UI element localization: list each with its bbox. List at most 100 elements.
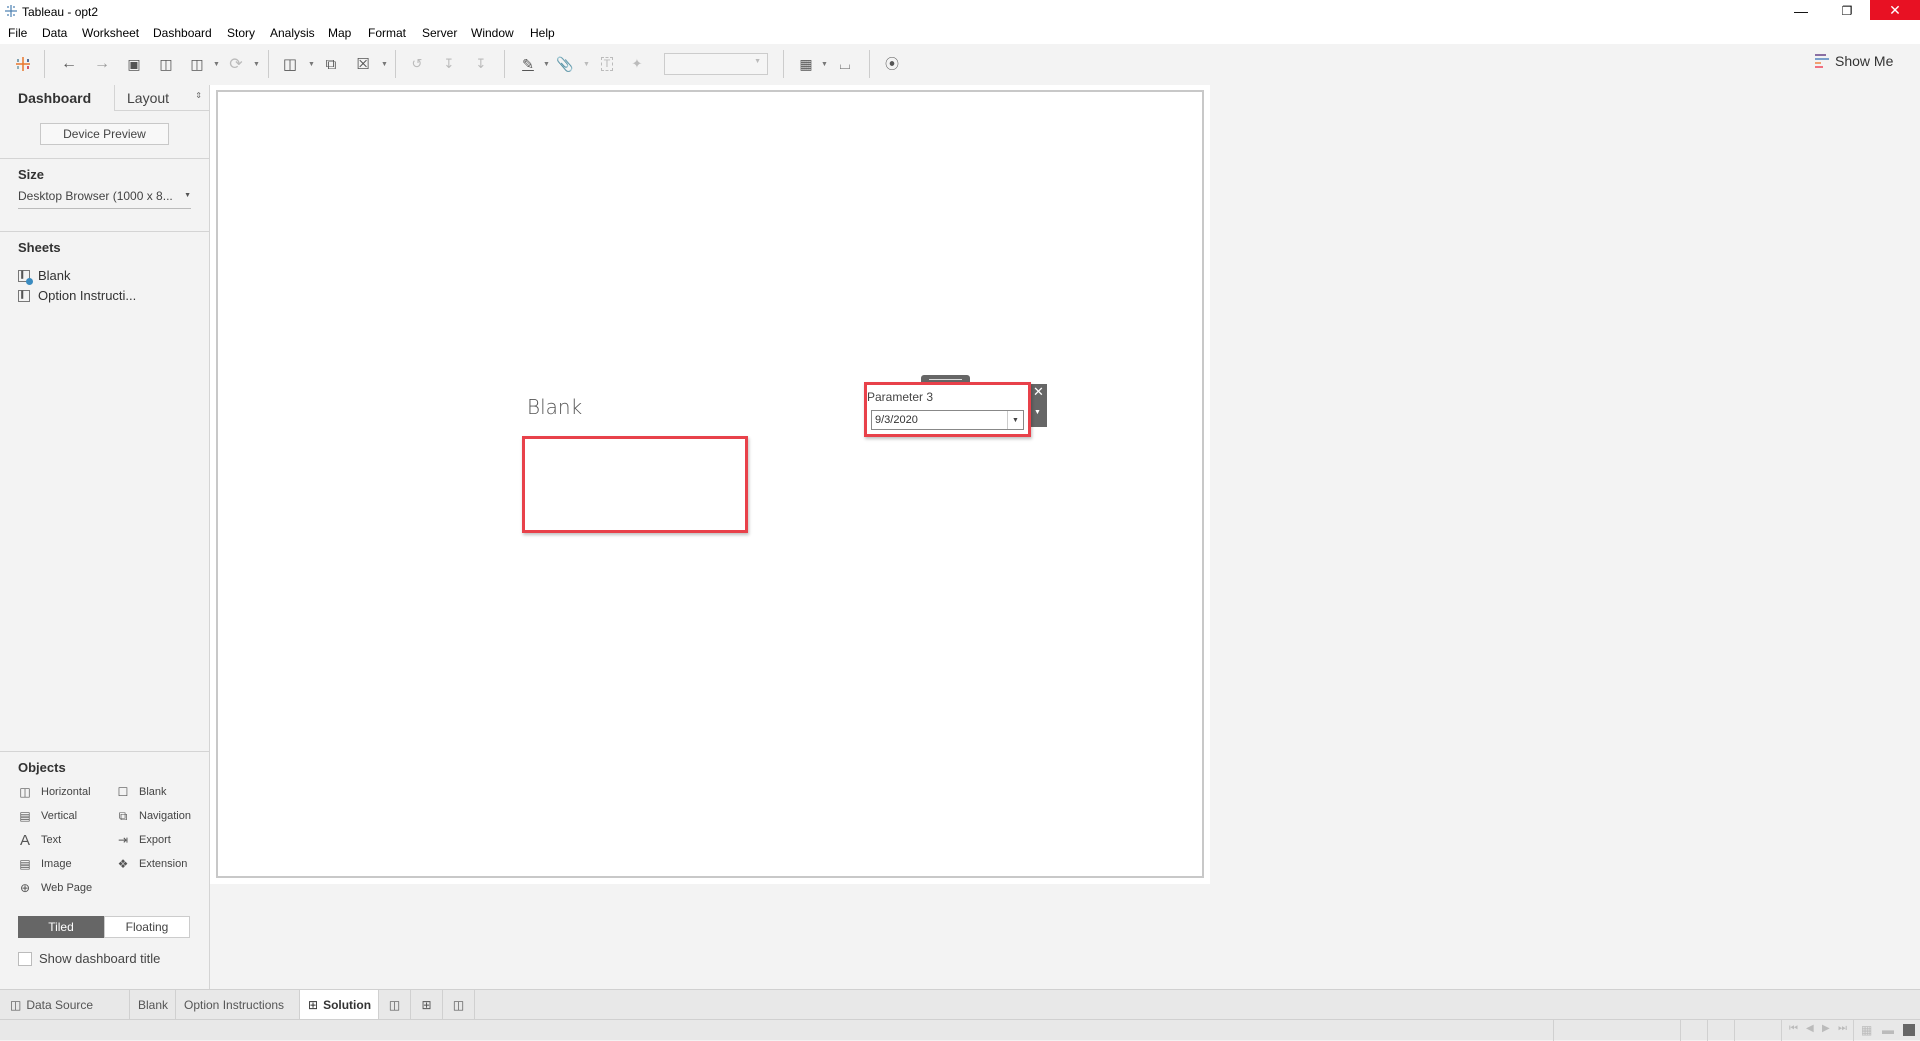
parameter-control: Parameter 3 9/3/2020 ▼ bbox=[864, 382, 1031, 437]
object-navigation[interactable]: ⧉ Navigation bbox=[116, 809, 191, 823]
object-vertical[interactable]: ▤ Vertical bbox=[18, 809, 77, 823]
more-options-icon[interactable]: ▼ bbox=[1034, 409, 1041, 416]
clear-sheet-button[interactable]: ☒ bbox=[351, 52, 375, 76]
next-sheet-icon[interactable]: ▶ bbox=[1822, 1023, 1830, 1034]
sort-ascending-icon: ↧ bbox=[443, 56, 455, 71]
previous-sheet-icon[interactable]: ◀ bbox=[1806, 1023, 1814, 1034]
caret-down-icon[interactable]: ▼ bbox=[253, 61, 260, 68]
new-dashboard-icon: ⊞ bbox=[421, 998, 432, 1012]
object-extension[interactable]: ❖ Extension bbox=[116, 857, 188, 871]
caret-down-icon[interactable]: ▼ bbox=[543, 61, 550, 68]
divider bbox=[0, 158, 209, 159]
floating-toggle[interactable]: Floating bbox=[104, 916, 190, 938]
object-web-page[interactable]: ⊕ Web Page bbox=[18, 881, 92, 895]
pause-auto-update-button[interactable]: ◫ bbox=[185, 52, 209, 76]
fit-dropdown[interactable]: ▼ bbox=[664, 53, 768, 75]
new-data-source-button[interactable]: ◫ bbox=[154, 52, 178, 76]
close-window-button[interactable]: ✕ bbox=[1870, 0, 1920, 20]
menu-analysis[interactable]: Analysis bbox=[270, 26, 315, 40]
tab-data-source[interactable]: ◫ Data Source bbox=[0, 990, 130, 1020]
new-worksheet-button[interactable]: ◫ bbox=[278, 52, 302, 76]
highlight-button[interactable]: ✎ bbox=[516, 52, 540, 76]
menu-format[interactable]: Format bbox=[368, 26, 406, 40]
tab-layout[interactable]: Layout ⇕ bbox=[114, 85, 209, 111]
menu-bar: File Data Worksheet Dashboard Story Anal… bbox=[0, 24, 1920, 44]
menu-dashboard[interactable]: Dashboard bbox=[153, 26, 212, 40]
title-bar: Tableau - opt2 — ❐ ✕ bbox=[0, 0, 1920, 24]
device-preview-button[interactable]: Device Preview bbox=[40, 123, 169, 145]
duplicate-sheet-button[interactable]: ⧉ bbox=[319, 52, 343, 76]
database-icon: ◫ bbox=[10, 998, 22, 1012]
menu-help[interactable]: Help bbox=[530, 26, 555, 40]
caret-down-icon[interactable]: ▼ bbox=[821, 61, 828, 68]
object-horizontal[interactable]: ◫ Horizontal bbox=[18, 785, 90, 799]
new-story-tab-button[interactable]: ◫ bbox=[443, 990, 475, 1020]
sheet-item-blank[interactable]: ▍ Blank bbox=[18, 268, 71, 285]
tiled-toggle[interactable]: Tiled bbox=[18, 916, 104, 938]
tabs-view-icon[interactable] bbox=[1903, 1024, 1915, 1036]
tab-blank[interactable]: Blank bbox=[130, 990, 176, 1020]
sort-ascending-button[interactable]: ↧ bbox=[437, 52, 461, 76]
show-me-button[interactable]: Show Me bbox=[1815, 53, 1893, 69]
refresh-button[interactable]: ⟳ bbox=[224, 52, 248, 76]
fix-axes-button[interactable]: ✦ bbox=[625, 52, 649, 76]
menu-worksheet[interactable]: Worksheet bbox=[82, 26, 139, 40]
caret-down-icon[interactable]: ▼ bbox=[583, 61, 590, 68]
save-button[interactable]: ▣ bbox=[122, 52, 146, 76]
dashboard-side-panel: Dashboard Layout ⇕ Device Preview Size D… bbox=[0, 85, 210, 989]
menu-map[interactable]: Map bbox=[328, 26, 351, 40]
swap-rows-columns-button[interactable]: ↺ bbox=[405, 52, 429, 76]
restore-button[interactable]: ❐ bbox=[1824, 0, 1870, 21]
minimize-button[interactable]: — bbox=[1778, 0, 1824, 21]
show-title-checkbox[interactable] bbox=[18, 951, 32, 966]
object-text[interactable]: A Text bbox=[18, 832, 61, 849]
show-cards-button[interactable]: ▦ bbox=[794, 52, 818, 76]
sheet-tabs-bar: ◫ Data Source Blank Option Instructions … bbox=[0, 989, 1920, 1020]
duplicate-icon: ⧉ bbox=[325, 55, 337, 73]
show-dashboard-title-option[interactable]: Show dashboard title bbox=[18, 951, 160, 966]
caret-down-icon[interactable]: ▼ bbox=[213, 61, 220, 68]
object-blank[interactable]: ☐ Blank bbox=[116, 785, 167, 799]
sort-descending-button[interactable]: ↧ bbox=[469, 52, 493, 76]
tab-dashboard[interactable]: Dashboard bbox=[0, 85, 114, 111]
menu-window[interactable]: Window bbox=[471, 26, 514, 40]
object-image[interactable]: ▤ Image bbox=[18, 857, 71, 871]
share-button[interactable]: ⦿ bbox=[880, 52, 904, 76]
sheet-sorter-icon[interactable]: ▦ bbox=[1861, 1023, 1872, 1037]
size-dropdown[interactable]: Desktop Browser (1000 x 8... ▼ bbox=[18, 189, 191, 209]
horizontal-container-icon: ◫ bbox=[19, 785, 31, 799]
tableau-home-button[interactable] bbox=[11, 52, 35, 76]
menu-data[interactable]: Data bbox=[42, 26, 67, 40]
parameter-dropdown[interactable]: 9/3/2020 ▼ bbox=[871, 410, 1024, 430]
menu-file[interactable]: File bbox=[8, 26, 27, 40]
sheet-item-option-instructions[interactable]: ▍ Option Instructi... bbox=[18, 288, 136, 303]
show-labels-button[interactable]: T bbox=[595, 52, 619, 76]
sheet-item-label: Option Instructi... bbox=[38, 288, 137, 303]
remove-icon[interactable]: ✕ bbox=[1033, 384, 1044, 400]
blank-icon: ☐ bbox=[117, 785, 129, 799]
presentation-mode-button[interactable]: ⌴ bbox=[833, 52, 857, 76]
last-sheet-icon[interactable]: ⏭ bbox=[1838, 1023, 1847, 1034]
divider bbox=[1680, 1020, 1681, 1041]
new-dashboard-tab-button[interactable]: ⊞ bbox=[411, 990, 443, 1020]
undo-button[interactable]: ← bbox=[57, 52, 81, 76]
size-section-title: Size bbox=[18, 167, 45, 182]
caret-down-icon[interactable]: ▼ bbox=[308, 61, 315, 68]
menu-story[interactable]: Story bbox=[227, 26, 255, 40]
object-export[interactable]: ⇥ Export bbox=[116, 833, 171, 847]
first-sheet-icon[interactable]: ⏮ bbox=[1789, 1023, 1798, 1034]
divider bbox=[0, 751, 209, 752]
filmstrip-icon[interactable]: ▬ bbox=[1882, 1023, 1894, 1037]
sheets-section-title: Sheets bbox=[18, 240, 61, 255]
caret-down-icon[interactable]: ▼ bbox=[381, 61, 388, 68]
redo-button[interactable]: → bbox=[90, 52, 114, 76]
new-worksheet-tab-button[interactable]: ◫ bbox=[379, 990, 411, 1020]
floating-label: Floating bbox=[125, 920, 169, 934]
database-pause-icon: ◫ bbox=[190, 55, 204, 72]
tab-option-instructions[interactable]: Option Instructions bbox=[176, 990, 300, 1020]
tab-label: Data Source bbox=[26, 998, 94, 1012]
clear-sheet-icon: ☒ bbox=[356, 56, 370, 73]
menu-server[interactable]: Server bbox=[422, 26, 457, 40]
tab-solution[interactable]: ⊞ Solution bbox=[300, 990, 379, 1020]
group-members-button[interactable]: 📎 bbox=[553, 52, 577, 76]
